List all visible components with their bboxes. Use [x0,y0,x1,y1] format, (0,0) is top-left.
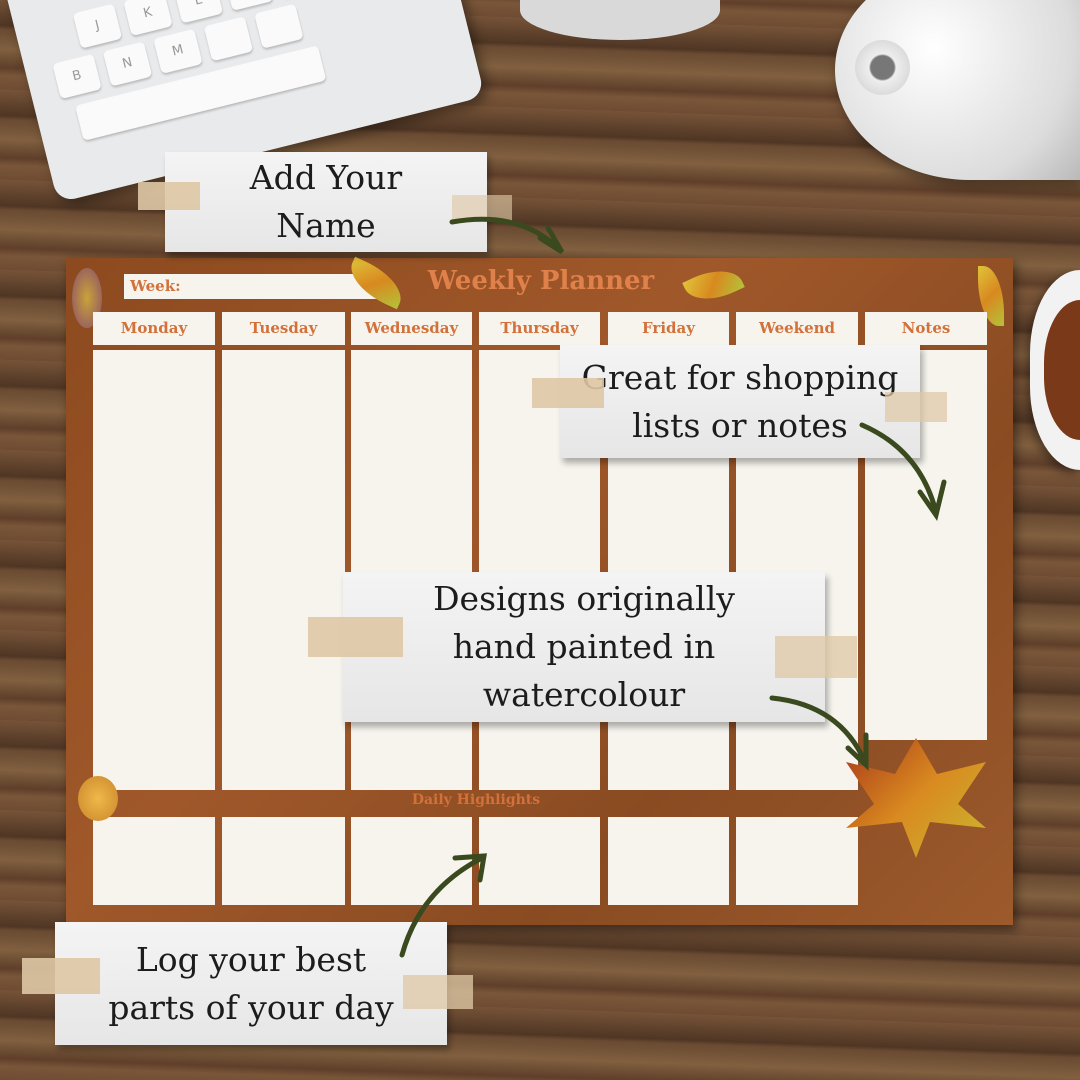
callout-shopping: Great for shopping lists or notes [560,345,920,458]
header-tuesday: Tuesday [222,312,345,345]
header-weekend: Weekend [736,312,858,345]
key: K [123,0,173,37]
header-monday: Monday [93,312,215,345]
key: B [52,53,102,100]
wednesday-area[interactable] [351,350,472,790]
key: L [173,0,224,24]
planner-title: Weekly Planner [427,266,655,296]
highlight-box[interactable] [222,817,345,905]
callout-text: Add Your Name [249,158,403,245]
tape [138,182,200,210]
callout-designs: Designs originally hand painted in water… [343,572,825,722]
header-friday: Friday [608,312,729,345]
tea-cup [1030,270,1080,470]
key [224,0,274,11]
callout-log: Log your best parts of your day [55,922,447,1045]
week-field[interactable]: Week: [124,274,379,299]
highlight-box[interactable] [736,817,858,905]
teapot-spout [855,40,910,95]
callout-text: Log your best parts of your day [108,939,394,1027]
callout-add-name: Add Your Name [165,152,487,252]
dandelion-illustration [78,776,118,821]
tape [22,958,100,994]
header-notes: Notes [865,312,987,345]
callout-text: Designs originally hand painted in water… [433,579,735,714]
monday-area[interactable] [93,350,215,790]
tape [308,617,403,657]
key [254,3,304,49]
header-thursday: Thursday [479,312,600,345]
tape [885,392,947,422]
plant-pot [520,0,720,40]
callout-text: Great for shopping lists or notes [581,357,899,445]
tape [403,975,473,1009]
tape [775,636,857,678]
week-label: Week: [130,277,181,295]
daily-highlights-title: Daily Highlights [411,792,541,808]
key: M [153,28,203,74]
highlight-box[interactable] [608,817,729,905]
tuesday-area[interactable] [222,350,345,790]
key: N [102,41,153,87]
highlight-box[interactable] [479,817,600,905]
highlight-box[interactable] [93,817,215,905]
key: J [72,3,123,49]
tape [452,195,512,221]
tape [532,378,604,408]
leaf-illustration [682,259,745,311]
highlight-box[interactable] [351,817,472,905]
header-wednesday: Wednesday [351,312,472,345]
key [203,16,254,62]
